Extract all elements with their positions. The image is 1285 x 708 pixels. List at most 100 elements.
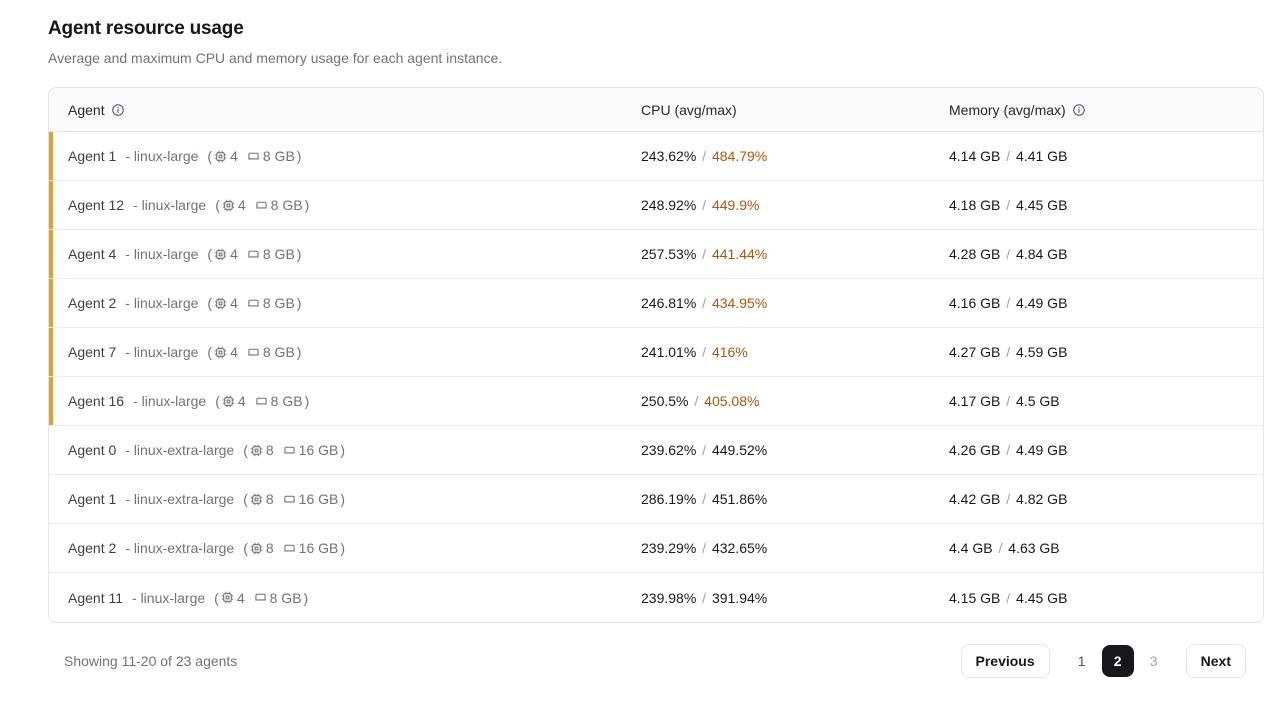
agent-memory-size: 8 GB bbox=[271, 197, 303, 213]
memory-max: 4.84 GB bbox=[1016, 246, 1067, 262]
column-header-cpu: CPU (avg/max) bbox=[641, 102, 949, 118]
cpu-separator: / bbox=[696, 197, 712, 213]
agent-instance-type: - linux-extra-large bbox=[125, 491, 234, 507]
column-header-cpu-label: CPU (avg/max) bbox=[641, 102, 737, 118]
table-row: Agent 2 - linux-extra-large (816 GB) 239… bbox=[49, 524, 1263, 573]
memory-cell: 4.18 GB / 4.45 GB bbox=[949, 197, 1263, 213]
agent-cell: Agent 2 - linux-large (48 GB) bbox=[68, 295, 641, 311]
cpu-max: 432.65% bbox=[712, 540, 767, 556]
memory-avg: 4.26 GB bbox=[949, 442, 1000, 458]
agent-name: Agent 11 bbox=[68, 590, 123, 606]
cpu-max: 484.79% bbox=[712, 148, 767, 164]
cpu-separator: / bbox=[696, 148, 712, 164]
cpu-separator: / bbox=[696, 590, 712, 606]
cpu-avg: 246.81% bbox=[641, 295, 696, 311]
agent-cpus: 8 bbox=[266, 491, 274, 507]
cpu-separator: / bbox=[696, 295, 712, 311]
agent-instance-type: - linux-large bbox=[133, 197, 206, 213]
memory-max: 4.41 GB bbox=[1016, 148, 1067, 164]
cpu-chip-icon bbox=[214, 248, 227, 261]
agent-name: Agent 1 bbox=[68, 148, 116, 164]
cpu-avg: 241.01% bbox=[641, 344, 696, 360]
agent-spec: (48 GB) bbox=[207, 295, 301, 311]
table-body: Agent 1 - linux-large (48 GB) 243.62% / … bbox=[49, 132, 1263, 622]
column-header-agent-label: Agent bbox=[68, 102, 105, 118]
agent-instance-type: - linux-extra-large bbox=[125, 540, 234, 556]
agent-instance-type: - linux-large bbox=[125, 344, 198, 360]
agent-info-icon[interactable] bbox=[111, 103, 125, 117]
agent-cell: Agent 1 - linux-large (48 GB) bbox=[68, 148, 641, 164]
page-button-1[interactable]: 1 bbox=[1066, 645, 1098, 677]
agent-spec: (816 GB) bbox=[243, 491, 345, 507]
cpu-chip-icon bbox=[214, 297, 227, 310]
agent-cell: Agent 4 - linux-large (48 GB) bbox=[68, 246, 641, 262]
cpu-avg: 248.92% bbox=[641, 197, 696, 213]
memory-max: 4.49 GB bbox=[1016, 442, 1067, 458]
cpu-cell: 257.53% / 441.44% bbox=[641, 246, 949, 262]
cpu-separator: / bbox=[696, 442, 712, 458]
memory-stick-icon bbox=[247, 346, 260, 359]
memory-max: 4.45 GB bbox=[1016, 590, 1067, 606]
cpu-cell: 243.62% / 484.79% bbox=[641, 148, 949, 164]
memory-stick-icon bbox=[254, 591, 267, 604]
column-header-agent: Agent bbox=[68, 102, 641, 118]
agent-cell: Agent 7 - linux-large (48 GB) bbox=[68, 344, 641, 360]
cpu-avg: 243.62% bbox=[641, 148, 696, 164]
agent-memory-size: 16 GB bbox=[299, 540, 339, 556]
cpu-avg: 257.53% bbox=[641, 246, 696, 262]
table-row: Agent 4 - linux-large (48 GB) 257.53% / … bbox=[49, 230, 1263, 279]
agent-cell: Agent 1 - linux-extra-large (816 GB) bbox=[68, 491, 641, 507]
cpu-max: 449.9% bbox=[712, 197, 759, 213]
memory-avg: 4.28 GB bbox=[949, 246, 1000, 262]
memory-stick-icon bbox=[247, 248, 260, 261]
previous-page-button[interactable]: Previous bbox=[961, 644, 1050, 678]
page-button-3[interactable]: 3 bbox=[1138, 645, 1170, 677]
agent-spec: (48 GB) bbox=[207, 246, 301, 262]
memory-separator: / bbox=[1000, 393, 1016, 409]
agent-spec: (48 GB) bbox=[207, 148, 301, 164]
cpu-cell: 250.5% / 405.08% bbox=[641, 393, 949, 409]
cpu-max: 405.08% bbox=[704, 393, 759, 409]
memory-avg: 4.17 GB bbox=[949, 393, 1000, 409]
cpu-separator: / bbox=[696, 540, 712, 556]
agent-name: Agent 12 bbox=[68, 197, 124, 213]
agent-usage-table: Agent CPU (avg/max) Memory (avg/max) Age… bbox=[48, 87, 1264, 623]
page: Agent resource usage Average and maximum… bbox=[0, 0, 1285, 678]
cpu-chip-icon bbox=[250, 542, 263, 555]
memory-separator: / bbox=[1000, 295, 1016, 311]
memory-avg: 4.14 GB bbox=[949, 148, 1000, 164]
agent-cell: Agent 2 - linux-extra-large (816 GB) bbox=[68, 540, 641, 556]
cpu-separator: / bbox=[688, 393, 704, 409]
memory-max: 4.63 GB bbox=[1008, 540, 1059, 556]
agent-spec: (48 GB) bbox=[207, 344, 301, 360]
memory-max: 4.49 GB bbox=[1016, 295, 1067, 311]
agent-cpus: 4 bbox=[230, 148, 238, 164]
memory-max: 4.45 GB bbox=[1016, 197, 1067, 213]
agent-spec: (48 GB) bbox=[215, 197, 309, 213]
memory-info-icon[interactable] bbox=[1072, 103, 1086, 117]
cpu-cell: 239.62% / 449.52% bbox=[641, 442, 949, 458]
agent-instance-type: - linux-extra-large bbox=[125, 442, 234, 458]
results-summary: Showing 11-20 of 23 agents bbox=[64, 653, 237, 669]
memory-avg: 4.42 GB bbox=[949, 491, 1000, 507]
memory-separator: / bbox=[1000, 590, 1016, 606]
page-subtitle: Average and maximum CPU and memory usage… bbox=[48, 50, 1264, 66]
cpu-max: 391.94% bbox=[712, 590, 767, 606]
memory-cell: 4.17 GB / 4.5 GB bbox=[949, 393, 1263, 409]
memory-stick-icon bbox=[247, 297, 260, 310]
cpu-avg: 239.98% bbox=[641, 590, 696, 606]
agent-cpus: 4 bbox=[230, 295, 238, 311]
cpu-avg: 286.19% bbox=[641, 491, 696, 507]
page-button-2[interactable]: 2 bbox=[1102, 645, 1134, 677]
agent-cpus: 4 bbox=[238, 197, 246, 213]
agent-name: Agent 0 bbox=[68, 442, 116, 458]
agent-name: Agent 2 bbox=[68, 540, 116, 556]
memory-avg: 4.15 GB bbox=[949, 590, 1000, 606]
memory-avg: 4.16 GB bbox=[949, 295, 1000, 311]
table-header-row: Agent CPU (avg/max) Memory (avg/max) bbox=[49, 88, 1263, 132]
next-page-button[interactable]: Next bbox=[1186, 644, 1246, 678]
memory-separator: / bbox=[993, 540, 1009, 556]
table-row: Agent 7 - linux-large (48 GB) 241.01% / … bbox=[49, 328, 1263, 377]
memory-separator: / bbox=[1000, 442, 1016, 458]
memory-stick-icon bbox=[247, 150, 260, 163]
